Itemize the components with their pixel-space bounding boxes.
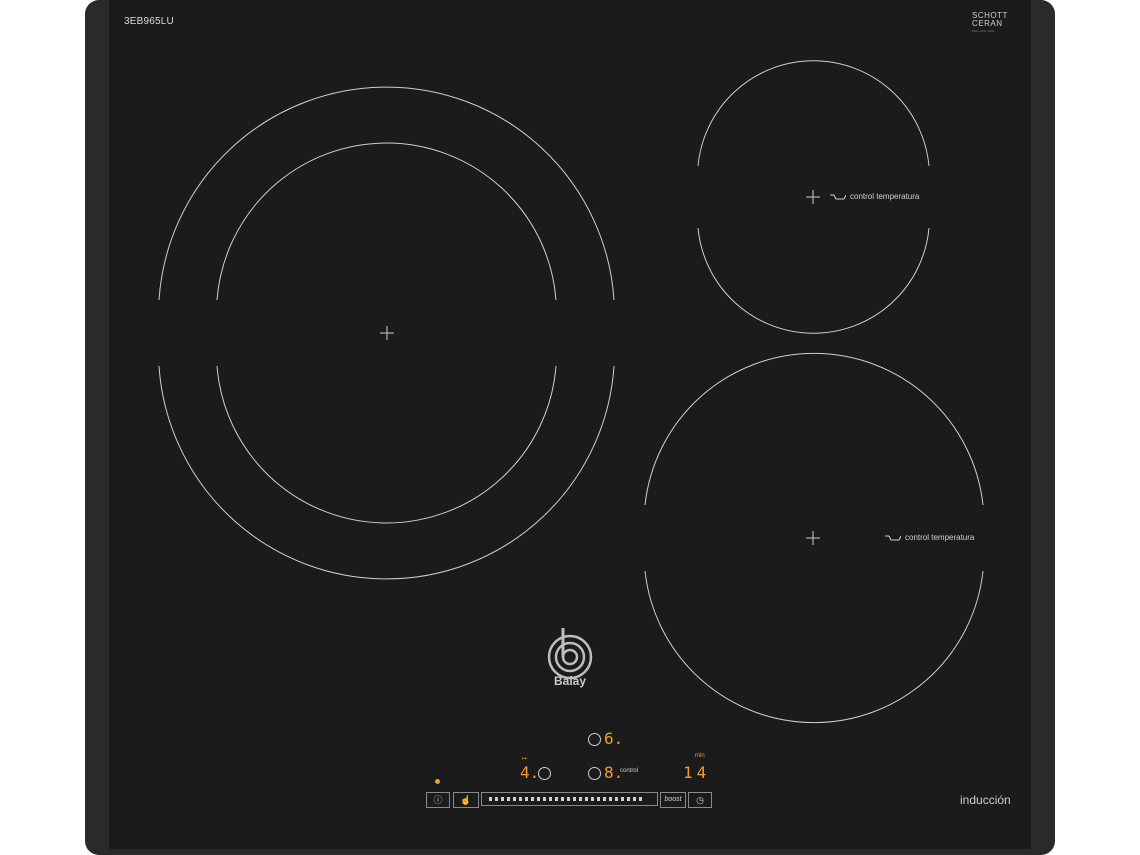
large-zone-inner-ring xyxy=(216,142,557,301)
boost-button[interactable]: boost xyxy=(660,792,686,808)
bottom-right-zone-label: control temperatura xyxy=(885,533,974,542)
bottom-right-zone-cross-icon xyxy=(806,531,820,545)
bottom-right-zone-ring xyxy=(644,352,984,506)
timer-unit-label: min xyxy=(695,753,705,759)
top-right-zone-cross-icon xyxy=(806,190,820,204)
child-lock-button[interactable]: ☝ xyxy=(453,792,479,808)
clock-icon: ◷ xyxy=(696,795,704,805)
control-label: control xyxy=(620,768,639,774)
zone-left-level-display: 4. xyxy=(520,763,540,782)
timer-display: 14 xyxy=(683,763,711,782)
child-lock-icon: ☝ xyxy=(460,795,472,805)
brand-name: Balay xyxy=(553,674,587,688)
zone-center-selector[interactable] xyxy=(588,767,601,780)
top-right-zone-ring-lower xyxy=(697,227,930,334)
zone-top-selector[interactable] xyxy=(588,733,601,746)
top-right-zone-ring xyxy=(697,60,930,167)
power-icon: ⓘ xyxy=(433,795,443,805)
large-zone-cross-icon xyxy=(380,326,394,340)
bottom-right-zone-ring-lower xyxy=(644,570,984,724)
top-right-zone-label: control temperatura xyxy=(830,192,919,201)
large-zone-outer-ring-lower xyxy=(158,365,615,580)
pan-icon xyxy=(830,194,846,200)
zone-left-selector[interactable] xyxy=(538,767,551,780)
zone-top-level-display: 6. xyxy=(604,729,624,748)
power-indicator-led xyxy=(435,779,440,784)
power-button[interactable]: ⓘ xyxy=(426,792,450,808)
cooking-zones xyxy=(158,60,984,724)
front-back-icon: ↦ xyxy=(522,756,528,762)
large-zone-outer-ring xyxy=(158,86,615,301)
large-zone-inner-ring-lower xyxy=(216,365,557,524)
induction-label: inducción xyxy=(960,793,1011,807)
pan-icon xyxy=(885,535,901,541)
power-slider-ticks xyxy=(489,797,642,801)
timer-button[interactable]: ◷ xyxy=(688,792,712,808)
